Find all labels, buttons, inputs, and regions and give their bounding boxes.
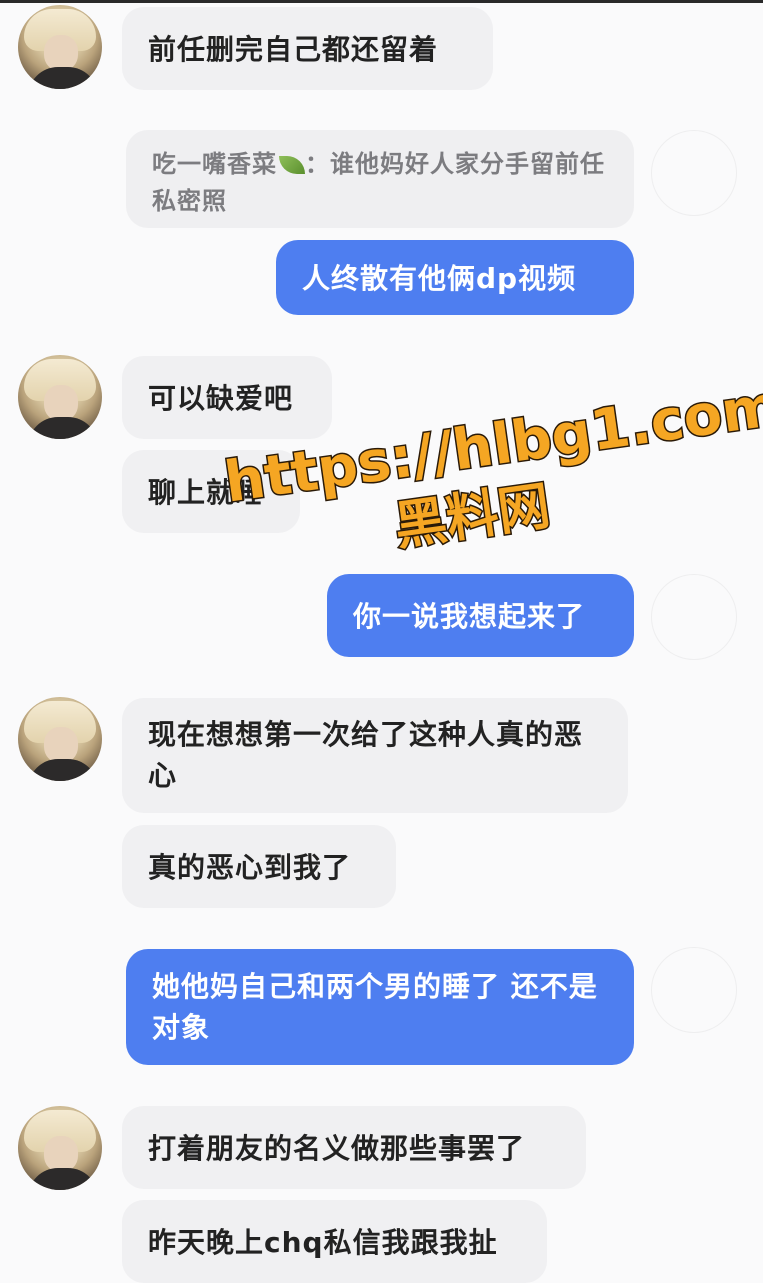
contact-avatar[interactable] — [18, 5, 102, 89]
message-text: 你一说我想起来了 — [353, 600, 586, 633]
incoming-message-bubble[interactable]: 昨天晚上chq私信我跟我扯 — [122, 1200, 547, 1283]
message-text: 可以缺爱吧 — [148, 382, 294, 415]
message-text: 人终散有他俩dp视频 — [302, 262, 577, 295]
message-text: 聊上就睡 — [148, 476, 265, 509]
contact-avatar[interactable] — [18, 355, 102, 439]
incoming-message-bubble[interactable]: 现在想想第一次给了这种人真的恶心 — [122, 698, 628, 813]
top-edge — [0, 0, 763, 3]
incoming-message-bubble[interactable]: 可以缺爱吧 — [122, 356, 332, 439]
quote-sender: 吃一嘴香菜 — [152, 150, 277, 178]
message-text: 打着朋友的名义做那些事罢了 — [148, 1132, 526, 1165]
own-avatar-placeholder[interactable] — [651, 574, 737, 660]
leaf-emoji-icon — [279, 156, 305, 174]
quote-separator: ： — [305, 150, 330, 178]
contact-avatar[interactable] — [18, 697, 102, 781]
message-text: 真的恶心到我了 — [148, 851, 352, 884]
message-text: 前任删完自己都还留着 — [148, 33, 439, 66]
message-text: 昨天晚上chq私信我跟我扯 — [148, 1226, 498, 1259]
own-avatar-placeholder[interactable] — [651, 947, 737, 1033]
message-text: 现在想想第一次给了这种人真的恶心 — [148, 718, 584, 792]
contact-avatar[interactable] — [18, 1106, 102, 1190]
incoming-message-bubble[interactable]: 打着朋友的名义做那些事罢了 — [122, 1106, 586, 1189]
incoming-message-bubble[interactable]: 真的恶心到我了 — [122, 825, 396, 908]
outgoing-message-bubble[interactable]: 你一说我想起来了 — [327, 574, 634, 657]
outgoing-message-bubble[interactable]: 她他妈自己和两个男的睡了 还不是对象 — [126, 949, 634, 1065]
incoming-message-bubble[interactable]: 聊上就睡 — [122, 450, 300, 533]
quoted-reply-bubble[interactable]: 吃一嘴香菜 ：谁他妈好人家分手留前任私密照 — [126, 130, 634, 228]
incoming-message-bubble[interactable]: 前任删完自己都还留着 — [122, 7, 493, 90]
watermark-site-name: 黑料网 — [389, 475, 555, 559]
outgoing-message-bubble[interactable]: 人终散有他俩dp视频 — [276, 240, 634, 315]
message-text: 她他妈自己和两个男的睡了 还不是对象 — [152, 970, 598, 1044]
own-avatar-placeholder[interactable] — [651, 130, 737, 216]
